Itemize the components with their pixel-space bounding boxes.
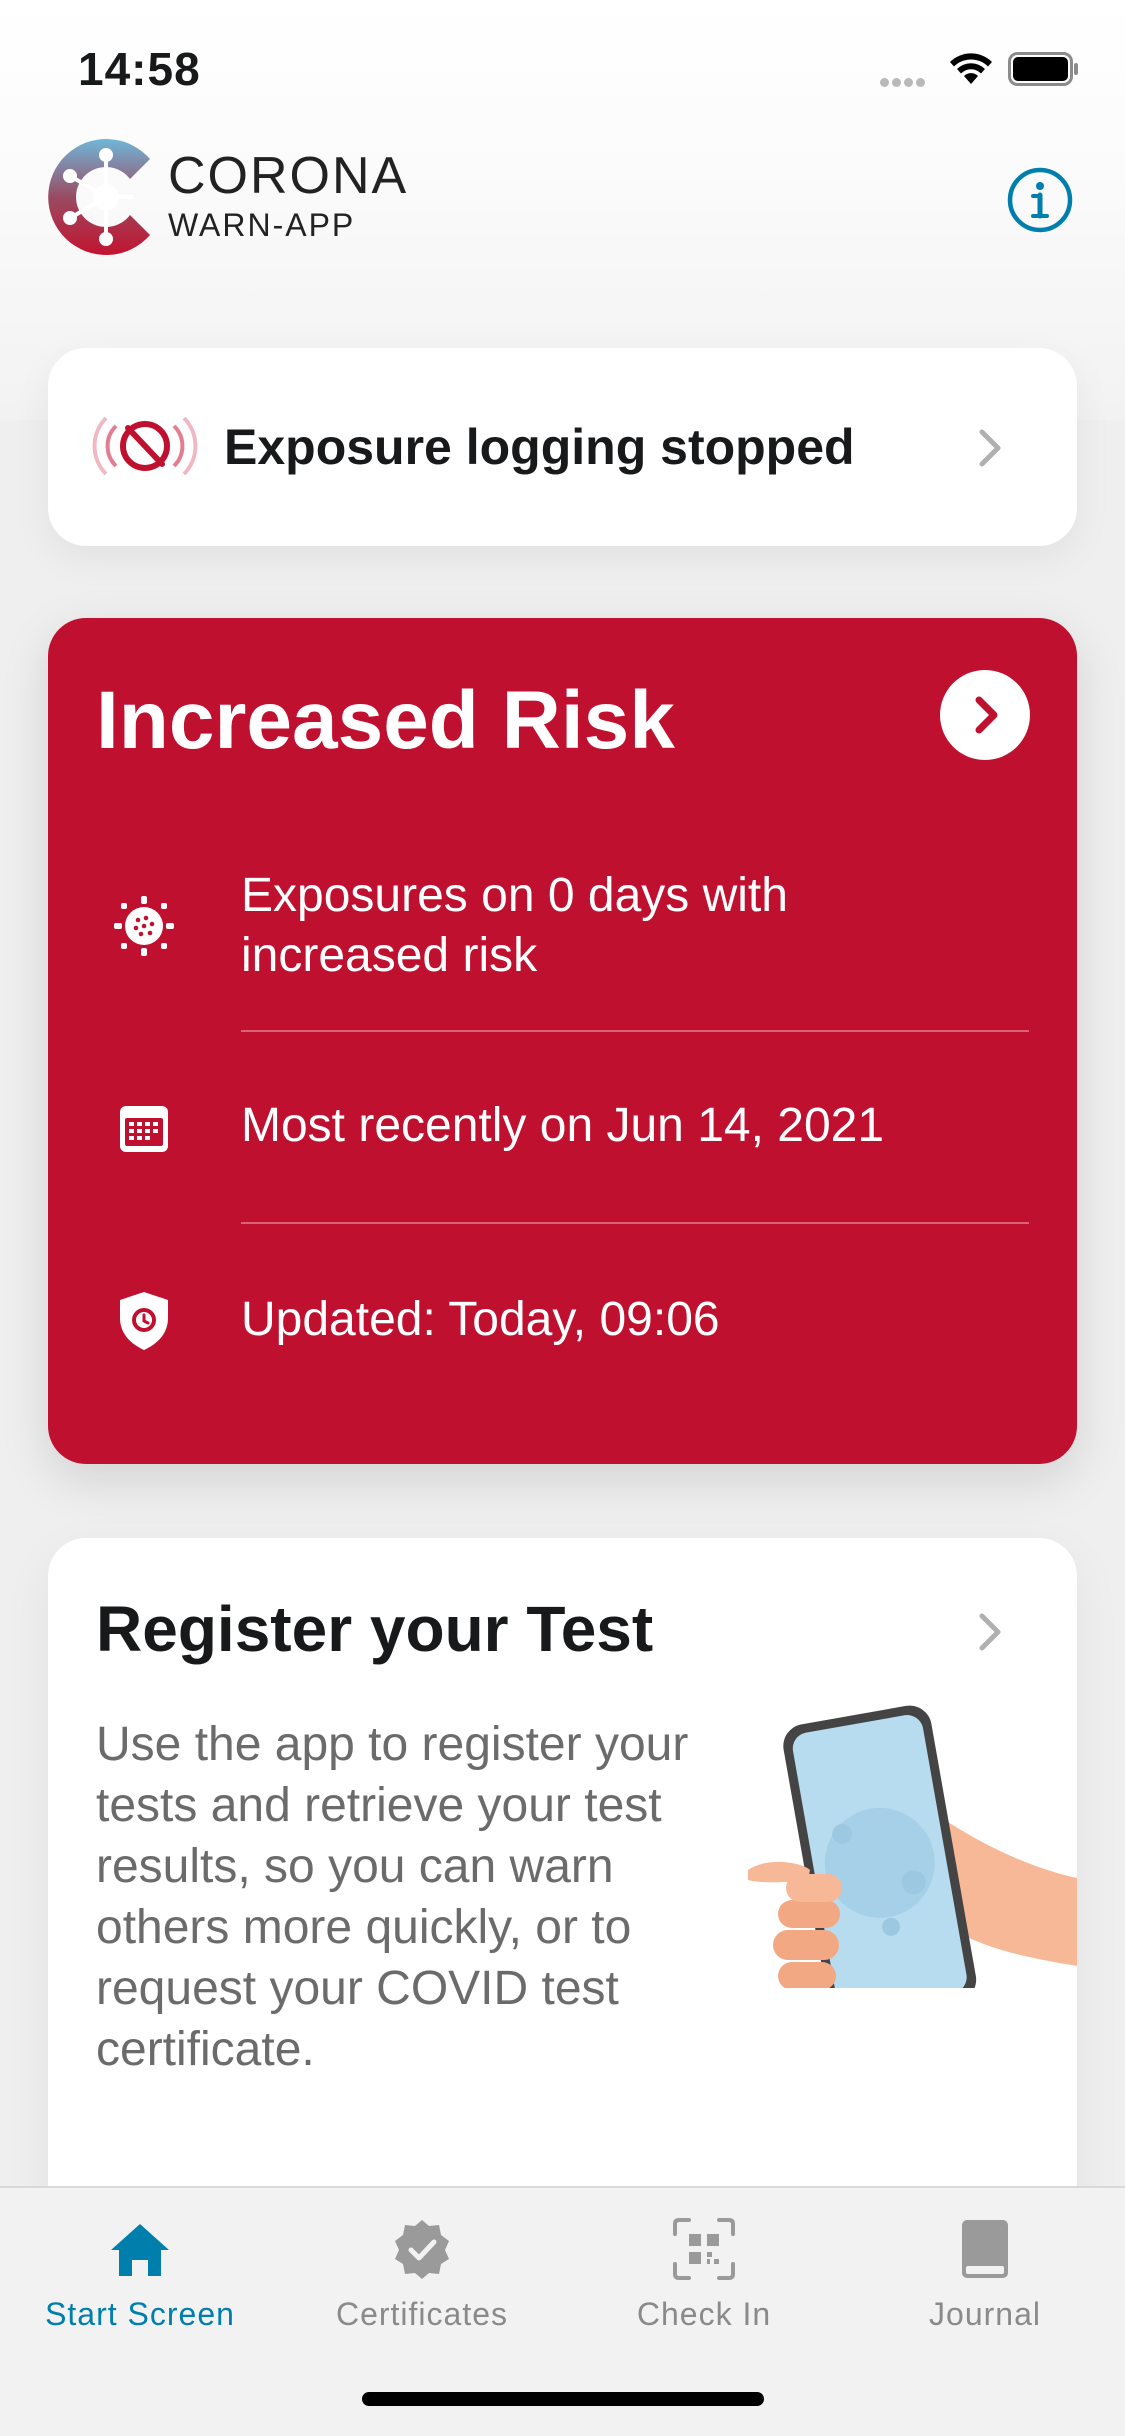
- tab-label: Check In: [636, 2296, 772, 2332]
- register-test-title: Register your Test: [96, 1593, 654, 1665]
- app-name: CORONA WARN-APP: [168, 150, 408, 242]
- risk-exposures-text: Exposures on 0 days with increased risk: [241, 869, 788, 982]
- status-time: 14:58: [78, 43, 201, 95]
- register-test-description: Use the app to register your tests and r…: [96, 1718, 689, 2076]
- risk-title: Increased Risk: [96, 675, 675, 766]
- exposure-logging-card[interactable]: Exposure logging stopped: [48, 348, 1077, 546]
- calendar-icon: [120, 1106, 168, 1152]
- risk-card[interactable]: Increased Risk Exposures on 0 days with …: [48, 618, 1077, 1464]
- virus-icon: [114, 896, 174, 956]
- exposure-logging-label: Exposure logging stopped: [224, 419, 855, 475]
- shield-clock-icon: [120, 1292, 168, 1350]
- corona-warn-app-logo: [48, 139, 150, 255]
- chevron-right-icon: [979, 429, 1001, 467]
- logo-subtitle: WARN-APP: [168, 207, 356, 243]
- cellular-signal-icon: [880, 74, 928, 92]
- tab-journal[interactable]: Journal: [845, 2216, 1125, 2336]
- logo-title: CORONA: [168, 147, 409, 205]
- tab-start-screen[interactable]: Start Screen: [0, 2216, 280, 2336]
- home-indicator: [362, 2392, 764, 2406]
- risk-most-recent-text: Most recently on Jun 14, 2021: [241, 1099, 885, 1152]
- chevron-right-icon: [979, 1613, 1001, 1651]
- battery-icon: [1008, 52, 1078, 86]
- wifi-icon: [950, 53, 992, 84]
- status-bar: 14:58: [0, 0, 1125, 132]
- qr-scan-icon: [673, 2218, 735, 2280]
- register-test-card[interactable]: Register your Test Use the app to regist…: [48, 1538, 1077, 2298]
- certificate-badge-icon: [395, 2220, 449, 2279]
- tab-label: Journal: [929, 2296, 1041, 2332]
- divider: [241, 1222, 1029, 1224]
- home-icon: [111, 2224, 169, 2276]
- journal-book-icon: [962, 2220, 1008, 2278]
- tab-certificates[interactable]: Certificates: [282, 2216, 562, 2336]
- risk-updated-text: Updated: Today, 09:06: [241, 1293, 720, 1346]
- risk-details-button[interactable]: [940, 670, 1030, 760]
- chevron-right-icon: [975, 696, 998, 734]
- info-icon[interactable]: [1006, 166, 1074, 234]
- tab-label: Start Screen: [45, 2296, 235, 2332]
- exposure-stopped-icon: [92, 416, 198, 476]
- divider: [241, 1030, 1029, 1032]
- tab-check-in[interactable]: Check In: [564, 2216, 844, 2336]
- tab-label: Certificates: [335, 2296, 509, 2332]
- hand-holding-phone-illustration: [748, 1705, 1077, 1988]
